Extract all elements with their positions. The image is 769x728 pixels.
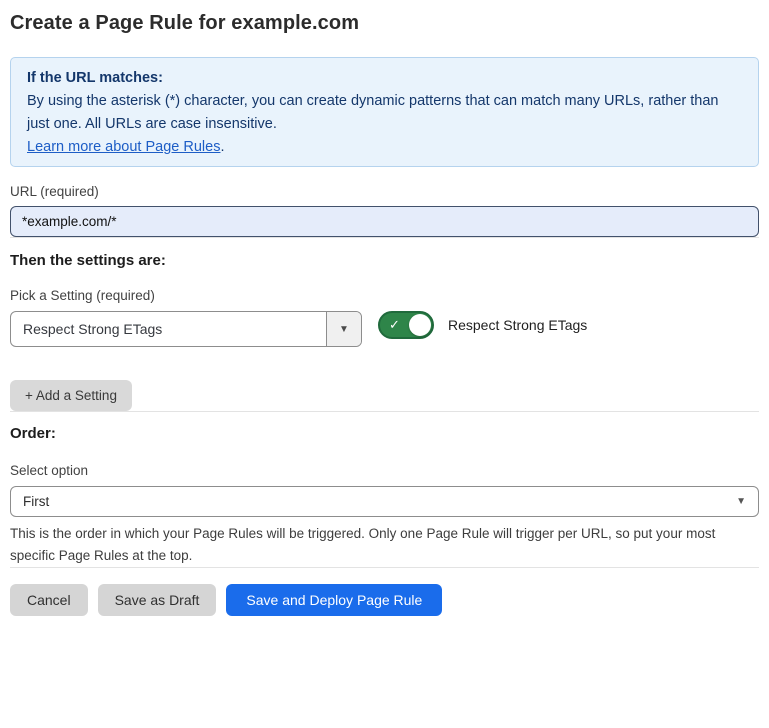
add-setting-button[interactable]: + Add a Setting [10,380,132,411]
save-deploy-button[interactable]: Save and Deploy Page Rule [226,584,442,616]
info-box-heading: If the URL matches: [27,67,742,90]
info-box-link-line: Learn more about Page Rules. [27,136,742,159]
cancel-button[interactable]: Cancel [10,584,88,616]
url-match-info-box: If the URL matches: By using the asteris… [10,57,759,167]
chevron-down-icon: ▼ [736,496,746,507]
order-heading: Order: [10,425,759,442]
order-select[interactable]: First ▼ [10,486,759,517]
order-select-value: First [23,494,49,509]
setting-select-value: Respect Strong ETags [11,312,326,346]
link-suffix: . [220,139,224,155]
section-divider [10,411,759,412]
info-box-body: By using the asterisk (*) character, you… [27,90,742,136]
url-label: URL (required) [10,184,759,199]
check-icon: ✓ [389,318,400,331]
setting-select-dropdown-button[interactable]: ▼ [326,312,361,346]
toggle-label: Respect Strong ETags [448,311,587,339]
footer-actions: Cancel Save as Draft Save and Deploy Pag… [10,584,759,616]
order-help-text: This is the order in which your Page Rul… [10,523,759,567]
section-divider [10,237,759,238]
setting-row: Respect Strong ETags ▼ ✓ Respect Strong … [10,311,759,347]
toggle-knob [409,314,431,336]
setting-select[interactable]: Respect Strong ETags ▼ [10,311,362,347]
page-title: Create a Page Rule for example.com [10,10,759,36]
learn-more-link[interactable]: Learn more about Page Rules [27,139,220,155]
etags-toggle[interactable]: ✓ [378,311,434,339]
save-draft-button[interactable]: Save as Draft [98,584,217,616]
footer-divider [10,567,759,568]
order-select-label: Select option [10,463,759,478]
page-rule-form: Create a Page Rule for example.com If th… [0,10,769,616]
chevron-down-icon: ▼ [339,324,349,335]
url-input[interactable] [10,206,759,237]
pick-setting-label: Pick a Setting (required) [10,288,759,303]
settings-heading: Then the settings are: [10,252,759,269]
